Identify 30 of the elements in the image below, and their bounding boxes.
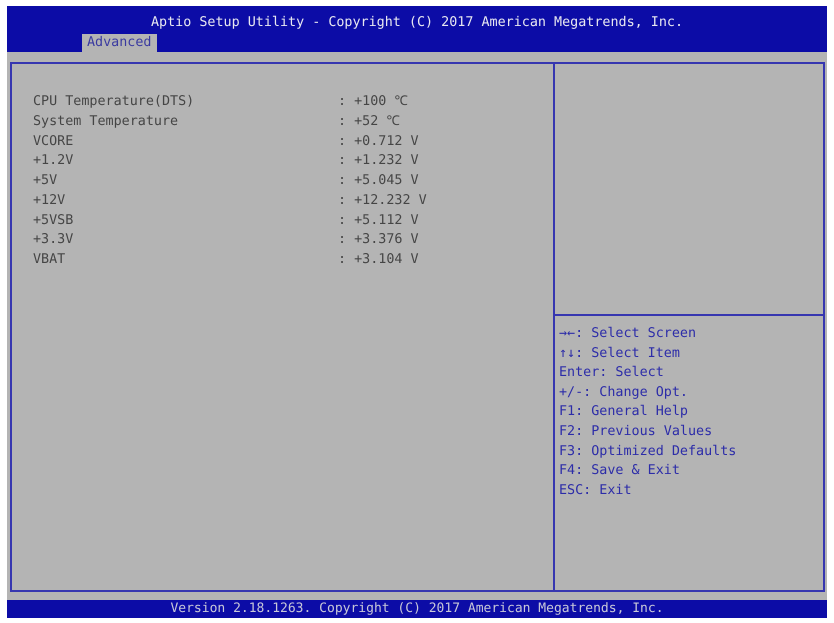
- reading-value: : +1.232 V: [338, 152, 419, 170]
- reading-label: +12V: [33, 192, 66, 210]
- version-text: Version 2.18.1263. Copyright (C) 2017 American Megatrends, Inc.: [170, 601, 664, 617]
- key-help-text: Enter: Select: [559, 364, 665, 382]
- reading-value: : +5.045 V: [338, 172, 419, 190]
- reading-value: : +52 ℃: [338, 112, 400, 131]
- reading-label: +3.3V: [33, 231, 74, 250]
- reading-value: : +0.712 V: [338, 132, 419, 150]
- reading-label: System Temperature: [33, 112, 180, 131]
- reading-label: +5VSB: [33, 212, 74, 230]
- key-help-text: F1: General Help: [559, 403, 689, 422]
- key-help-text: ESC: Exit: [559, 482, 633, 500]
- reading-label: +5V: [33, 172, 58, 190]
- reading-value: : +5.112 V: [338, 212, 419, 230]
- reading-value: : +3.376 V: [338, 231, 419, 250]
- window-title: Aptio Setup Utility - Copyright (C) 2017 American Megatrends, Inc.: [150, 15, 684, 31]
- key-help-text: F4: Save & Exit: [559, 462, 681, 480]
- key-help-text: +/-: Change Opt.: [559, 384, 689, 402]
- reading-label: VBAT: [33, 251, 66, 269]
- reading-value: : +100 ℃: [338, 93, 408, 111]
- reading-label: CPU Temperature(DTS): [33, 93, 196, 111]
- menu-tab[interactable]: Advanced: [82, 34, 156, 52]
- key-help-text: F2: Previous Values: [559, 422, 714, 441]
- reading-value: : +3.104 V: [338, 251, 419, 269]
- key-help-text: ↑↓: Select Item: [559, 344, 681, 363]
- reading-label: VCORE: [33, 132, 74, 150]
- key-help-text: F3: Optimized Defaults: [559, 442, 738, 461]
- reading-label: +1.2V: [33, 152, 74, 170]
- key-help-text: →←: Select Screen: [559, 325, 698, 343]
- reading-value: : +12.232 V: [338, 192, 427, 210]
